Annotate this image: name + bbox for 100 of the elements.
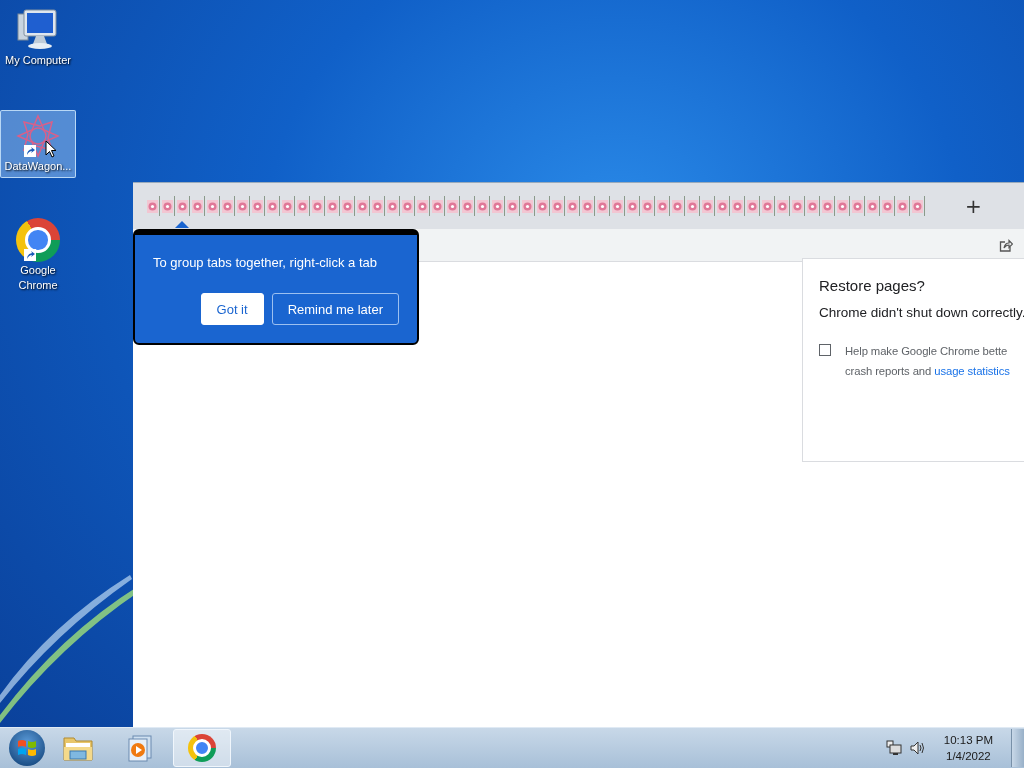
tab[interactable] (490, 196, 505, 216)
tab[interactable] (355, 196, 370, 216)
chrome-taskbar-button[interactable] (173, 729, 231, 767)
tab[interactable] (325, 196, 340, 216)
show-desktop-button[interactable] (1011, 729, 1024, 767)
tab[interactable] (160, 196, 175, 216)
flower-icon (746, 199, 758, 213)
flower-icon (236, 199, 248, 213)
flower-icon (176, 199, 188, 213)
tab[interactable] (700, 196, 715, 216)
icon-label: Google Chrome (17, 263, 59, 293)
start-button[interactable] (9, 730, 45, 766)
tab[interactable] (190, 196, 205, 216)
tab[interactable] (790, 196, 805, 216)
flower-icon (866, 199, 878, 213)
tab[interactable] (685, 196, 700, 216)
tab[interactable] (475, 196, 490, 216)
tab[interactable] (850, 196, 865, 216)
tab[interactable] (220, 196, 235, 216)
tab[interactable] (175, 196, 190, 216)
flower-icon (326, 199, 338, 213)
tab[interactable] (145, 196, 160, 216)
flower-icon (761, 199, 773, 213)
tab[interactable] (505, 196, 520, 216)
tab[interactable] (670, 196, 685, 216)
network-icon[interactable] (885, 740, 902, 756)
tab[interactable] (535, 196, 550, 216)
tab[interactable] (895, 196, 910, 216)
tab[interactable] (595, 196, 610, 216)
tab[interactable] (775, 196, 790, 216)
tab[interactable] (640, 196, 655, 216)
desktop-shortcut[interactable]: Google Chrome (0, 214, 76, 296)
tab[interactable] (550, 196, 565, 216)
tab[interactable] (625, 196, 640, 216)
desktop-shortcut[interactable]: My Computer (0, 4, 76, 78)
flower-icon (161, 199, 173, 213)
remind-later-button[interactable]: Remind me later (271, 293, 399, 325)
tab[interactable] (310, 196, 325, 216)
star-pattern-icon (16, 114, 60, 158)
tab[interactable] (295, 196, 310, 216)
tab[interactable] (865, 196, 880, 216)
usage-statistics-link[interactable]: usage statistics (934, 365, 1010, 377)
flower-icon (491, 199, 503, 213)
flower-icon (416, 199, 428, 213)
share-icon[interactable] (999, 238, 1013, 252)
clock[interactable]: 10:13 PM 1/4/2022 (933, 732, 1003, 764)
tab[interactable] (370, 196, 385, 216)
tab[interactable] (250, 196, 265, 216)
tab[interactable] (430, 196, 445, 216)
media-player-icon (127, 734, 153, 762)
flower-icon (896, 199, 908, 213)
tab[interactable] (745, 196, 760, 216)
tab[interactable] (760, 196, 775, 216)
flower-icon (266, 199, 278, 213)
flower-icon (776, 199, 788, 213)
flower-icon (791, 199, 803, 213)
tip-text: To group tabs together, right-click a tab (153, 255, 378, 270)
flower-icon (521, 199, 533, 213)
flower-icon (686, 199, 698, 213)
tab[interactable] (610, 196, 625, 216)
tab[interactable] (340, 196, 355, 216)
consent-text: Help make Google Chrome bette crash reports and usage statistics (845, 344, 1010, 379)
dialog-message: Chrome didn't shut down correctly. (819, 305, 1024, 320)
tab[interactable] (280, 196, 295, 216)
tab[interactable] (205, 196, 220, 216)
flower-icon (281, 199, 293, 213)
tab[interactable] (415, 196, 430, 216)
flower-icon (671, 199, 683, 213)
speaker-icon[interactable] (909, 740, 926, 756)
tab[interactable] (805, 196, 820, 216)
flower-icon (806, 199, 818, 213)
flower-icon (371, 199, 383, 213)
tab[interactable] (835, 196, 850, 216)
tab[interactable] (445, 196, 460, 216)
tab[interactable] (460, 196, 475, 216)
chrome-icon (188, 734, 216, 762)
flower-icon (191, 199, 203, 213)
tab[interactable] (655, 196, 670, 216)
tab[interactable] (265, 196, 280, 216)
tab[interactable] (820, 196, 835, 216)
tab[interactable] (400, 196, 415, 216)
consent-checkbox[interactable] (819, 344, 831, 356)
got-it-button[interactable]: Got it (200, 293, 264, 325)
tab[interactable] (715, 196, 730, 216)
tab[interactable] (385, 196, 400, 216)
tab[interactable] (910, 196, 925, 216)
tab[interactable] (580, 196, 595, 216)
tab[interactable] (520, 196, 535, 216)
new-tab-button[interactable]: + (961, 194, 986, 218)
tab[interactable] (565, 196, 580, 216)
flower-icon (221, 199, 233, 213)
tab[interactable] (880, 196, 895, 216)
tab[interactable] (235, 196, 250, 216)
tab[interactable] (730, 196, 745, 216)
flower-icon (596, 199, 608, 213)
flower-icon (341, 199, 353, 213)
flower-icon (476, 199, 488, 213)
flower-icon (536, 199, 548, 213)
flower-icon (881, 199, 893, 213)
flower-icon (296, 199, 308, 213)
